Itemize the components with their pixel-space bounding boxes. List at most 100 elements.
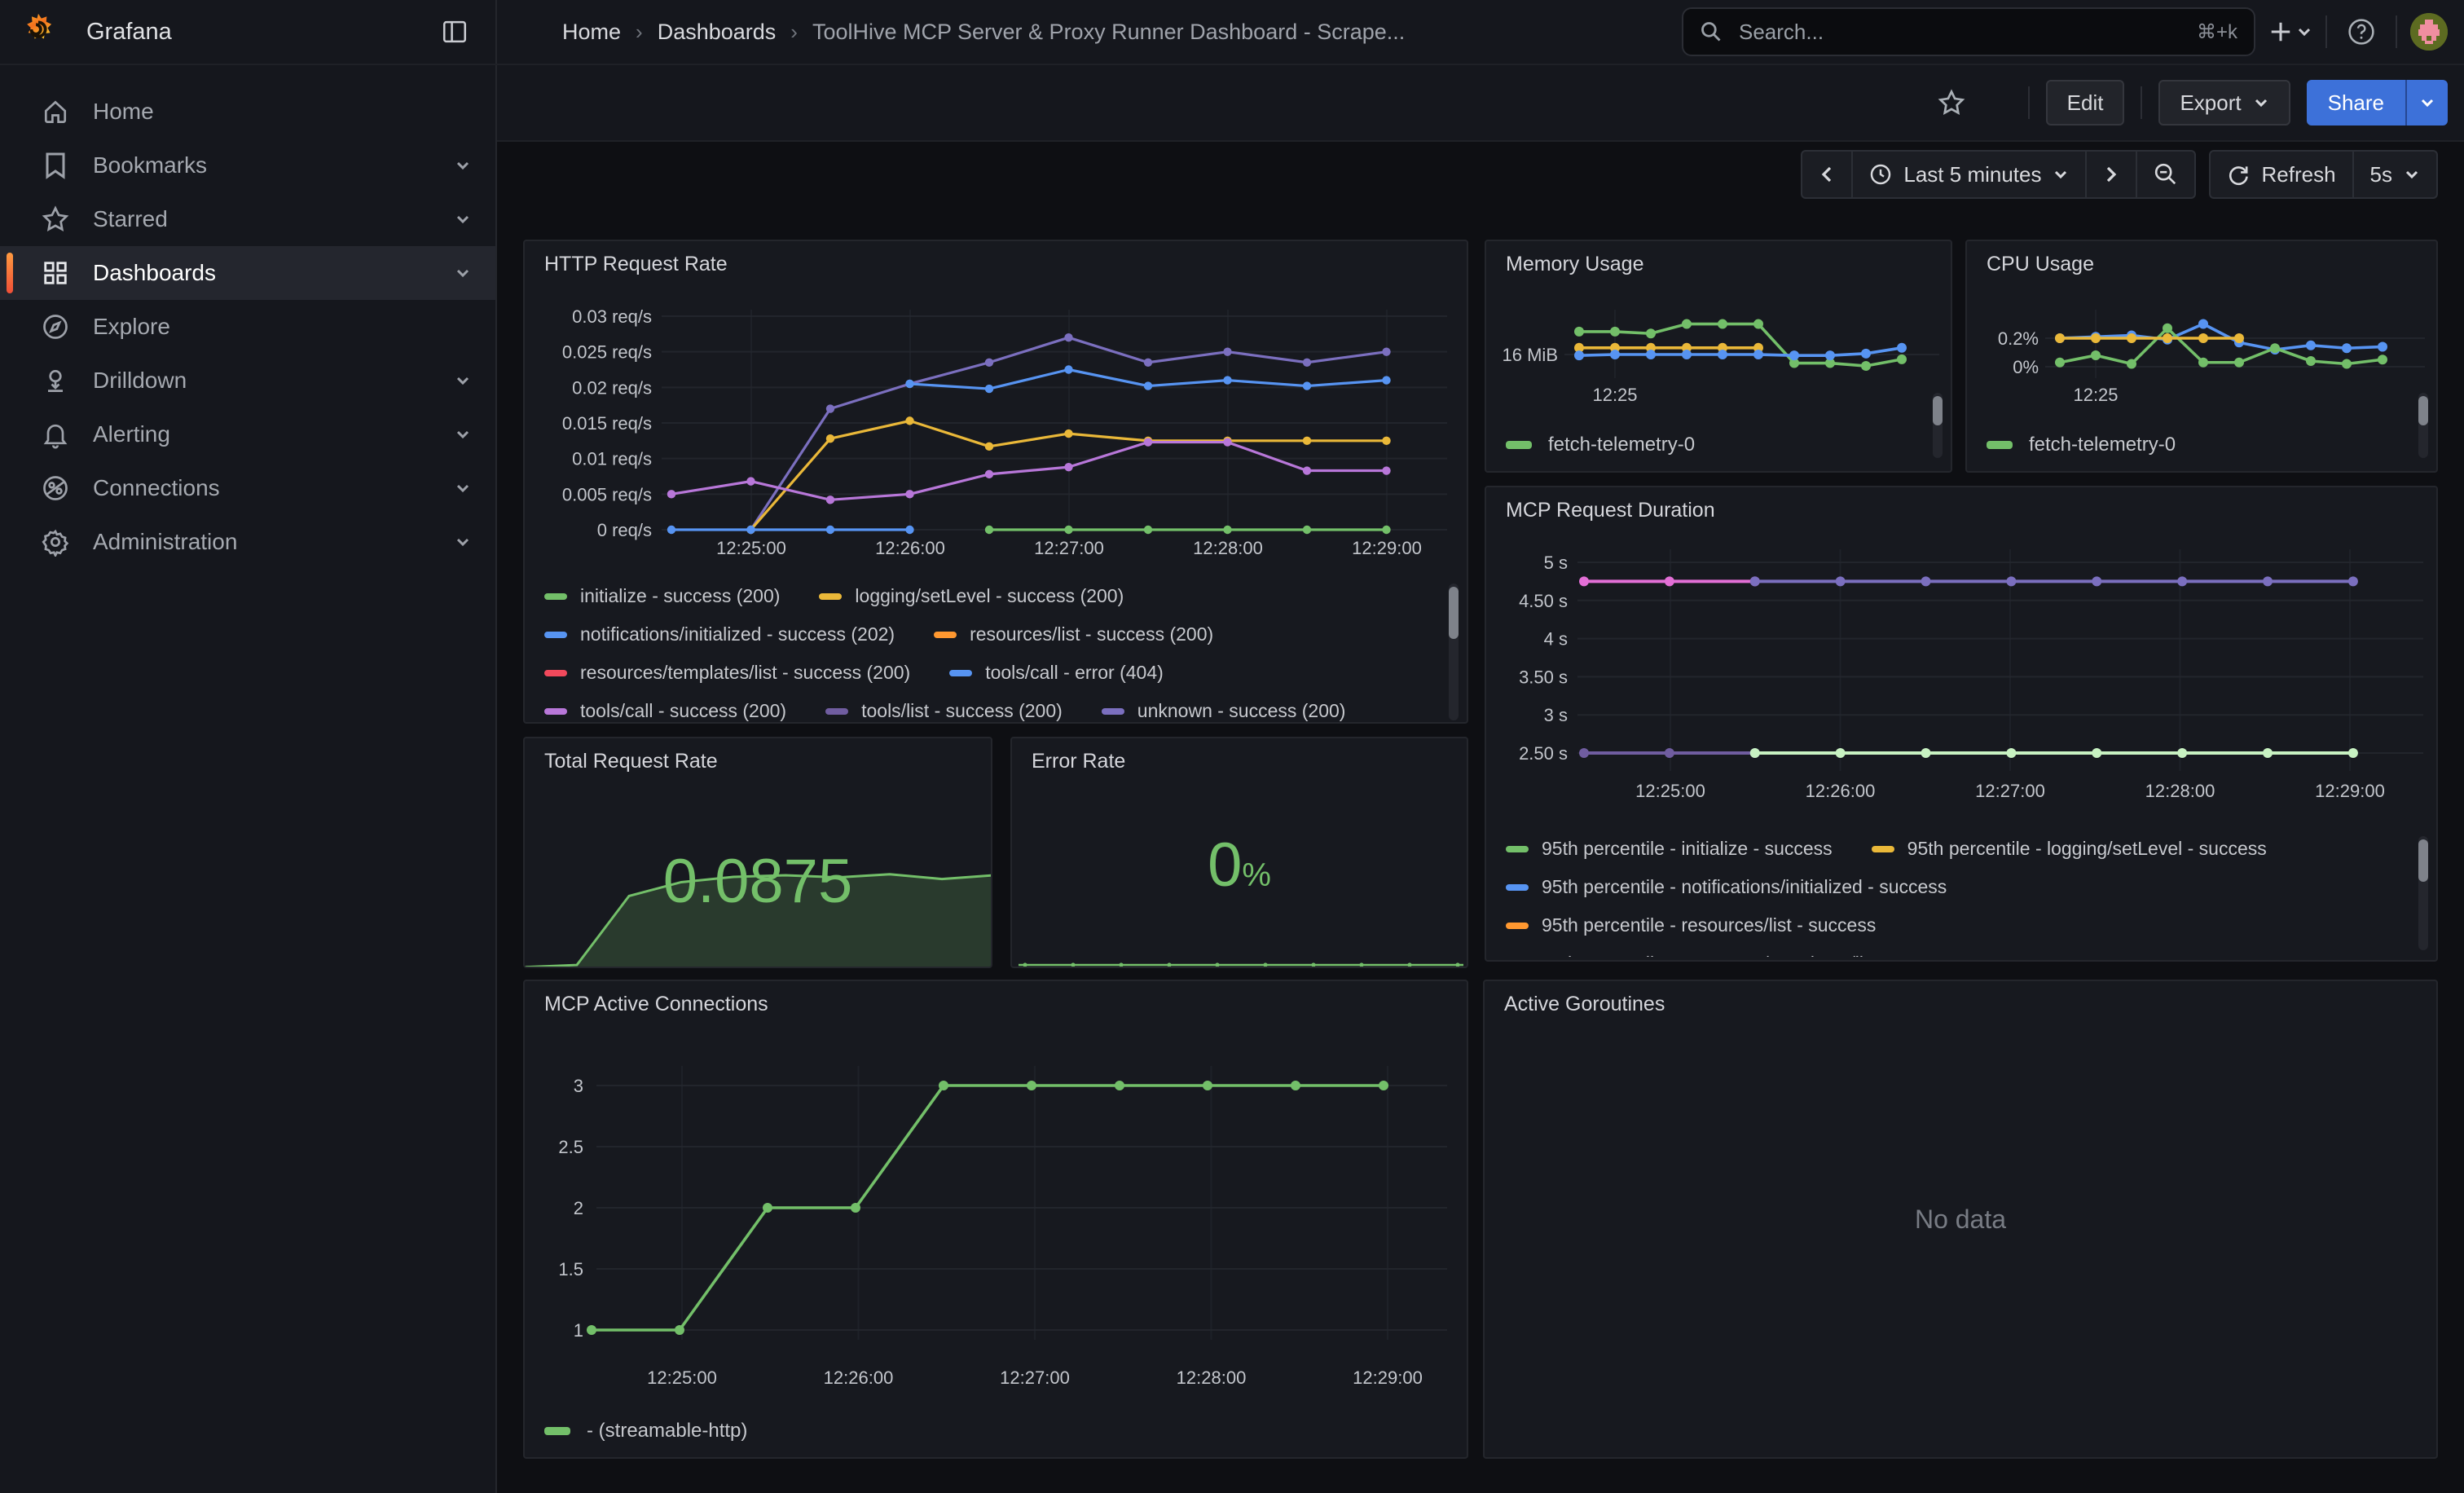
chevron-down-icon[interactable] — [453, 478, 473, 498]
legend-item[interactable]: tools/list - success (200) — [825, 700, 1063, 722]
sidebar-item-label: Bookmarks — [93, 152, 207, 178]
sidebar-toggle-icon[interactable] — [433, 11, 476, 53]
svg-text:12:27:00: 12:27:00 — [1034, 538, 1104, 558]
svg-text:1: 1 — [574, 1320, 583, 1341]
export-button[interactable]: Export — [2158, 80, 2290, 126]
chevron-down-icon — [2404, 166, 2420, 183]
favorite-star-button[interactable] — [1930, 80, 1973, 126]
zoom-out-button[interactable] — [2136, 150, 2196, 199]
chevron-down-icon[interactable] — [453, 371, 473, 390]
svg-text:12:29:00: 12:29:00 — [1353, 1367, 1423, 1388]
legend-item[interactable]: resources/list - success (200) — [934, 623, 1213, 645]
error-rate-unit: % — [1242, 857, 1271, 893]
breadcrumb-separator: › — [636, 20, 643, 45]
mcp-active-connections-chart[interactable]: 32.521.5112:25:0012:26:0012:27:0012:28:0… — [525, 1020, 1468, 1412]
panel-total-request-rate: Total Request Rate 0.0875 — [523, 737, 992, 968]
time-range-picker[interactable]: Last 5 minutes — [1851, 150, 2087, 199]
sidebar-item-dashboards[interactable]: Dashboards — [0, 246, 495, 300]
svg-text:12:26:00: 12:26:00 — [824, 1367, 894, 1388]
panel-title[interactable]: Memory Usage — [1486, 241, 1951, 276]
grafana-logo[interactable] — [20, 11, 57, 54]
legend-item[interactable]: tools/call - error (404) — [949, 662, 1164, 684]
legend-item[interactable]: logging/setLevel - success (200) — [819, 585, 1124, 607]
divider — [2325, 15, 2327, 48]
http-request-rate-chart[interactable]: 0 req/s0.005 req/s0.01 req/s0.015 req/s0… — [525, 287, 1468, 572]
svg-text:12:28:00: 12:28:00 — [2145, 781, 2215, 801]
mcp-active-connections-legend[interactable]: - (streamable-http) — [544, 1420, 747, 1442]
legend-item[interactable]: 95th percentile - logging/setLevel - suc… — [1872, 838, 2267, 860]
chevron-down-icon[interactable] — [453, 209, 473, 229]
sidebar-item-alerting[interactable]: Alerting — [0, 407, 495, 461]
svg-text:3 s: 3 s — [1544, 705, 1568, 725]
search-field[interactable] — [1736, 18, 2184, 46]
sidebar-item-connections[interactable]: Connections — [0, 461, 495, 515]
total-request-rate-value: 0.0875 — [525, 846, 991, 917]
legend-scrollbar[interactable] — [2418, 836, 2428, 950]
time-range-group: Last 5 minutes — [1801, 150, 2196, 199]
drilldown-icon — [41, 366, 70, 395]
sidebar-item-label: Starred — [93, 206, 168, 232]
svg-text:5 s: 5 s — [1544, 553, 1568, 573]
share-button[interactable]: Share — [2307, 80, 2405, 126]
panel-title[interactable]: MCP Active Connections — [525, 981, 1467, 1016]
svg-text:2.5: 2.5 — [558, 1137, 583, 1157]
chevron-right-icon — [2103, 165, 2119, 184]
refresh-interval-picker[interactable]: 5s — [2352, 150, 2438, 199]
grafana-app: Grafana Home › Dashboards › ToolHive MCP… — [0, 0, 2464, 1493]
breadcrumb: Home › Dashboards › ToolHive MCP Server … — [497, 20, 1682, 45]
sidebar-item-home[interactable]: Home — [0, 85, 495, 139]
refresh-icon — [2227, 163, 2250, 186]
chevron-down-icon[interactable] — [453, 425, 473, 444]
breadcrumb-current-dashboard: ToolHive MCP Server & Proxy Runner Dashb… — [812, 20, 1405, 45]
panel-title[interactable]: CPU Usage — [1967, 241, 2436, 276]
sidebar-item-explore[interactable]: Explore — [0, 300, 495, 354]
sidebar-item-administration[interactable]: Administration — [0, 515, 495, 569]
legend-item[interactable]: notifications/initialized - success (202… — [544, 623, 895, 645]
legend-item[interactable]: 95th percentile - initialize - success — [1506, 838, 1833, 860]
time-shift-back-button[interactable] — [1801, 150, 1853, 199]
legend-scrollbar[interactable] — [1449, 584, 1459, 720]
home-icon — [41, 97, 70, 126]
legend-item[interactable]: 95th percentile - resources/list - succe… — [1506, 914, 1876, 936]
legend-item[interactable]: tools/call - success (200) — [544, 700, 786, 722]
panel-cpu-usage: CPU Usage 0.2%0%12:25 fetch-telemetry-0 — [1965, 240, 2438, 473]
memory-usage-chart[interactable]: 16 MiB12:25 — [1486, 280, 1952, 414]
user-avatar[interactable] — [2410, 13, 2448, 51]
search-input[interactable]: ⌘+k — [1682, 7, 2255, 56]
svg-text:0.2%: 0.2% — [1998, 328, 2039, 349]
legend-item[interactable]: resources/templates/list - success (200) — [544, 662, 910, 684]
breadcrumb-dashboards[interactable]: Dashboards — [658, 20, 777, 45]
cpu-usage-chart[interactable]: 0.2%0%12:25 — [1967, 280, 2438, 414]
share-dropdown-button[interactable] — [2405, 80, 2448, 126]
chevron-down-icon[interactable] — [453, 263, 473, 283]
sidebar-item-drilldown[interactable]: Drilldown — [0, 354, 495, 407]
chevron-down-icon[interactable] — [453, 156, 473, 175]
legend-item[interactable]: initialize - success (200) — [544, 585, 780, 607]
time-range-label: Last 5 minutes — [1903, 162, 2041, 187]
sidebar-item-label: Drilldown — [93, 368, 187, 394]
add-button[interactable] — [2268, 9, 2312, 55]
help-button[interactable] — [2340, 9, 2383, 55]
legend-item[interactable]: 95th percentile - resources/templates/li… — [1506, 953, 1962, 957]
sidebar-item-bookmarks[interactable]: Bookmarks — [0, 139, 495, 192]
refresh-button[interactable]: Refresh — [2209, 150, 2353, 199]
memory-usage-legend[interactable]: fetch-telemetry-0 — [1506, 434, 1695, 456]
svg-text:2.50 s: 2.50 s — [1519, 743, 1568, 764]
legend-item[interactable]: unknown - success (200) — [1102, 700, 1346, 722]
svg-text:1.5: 1.5 — [558, 1259, 583, 1279]
mcp-request-duration-chart[interactable]: 5 s4.50 s4 s3.50 s3 s2.50 s12:25:0012:26… — [1486, 526, 2438, 820]
panel-http-request-rate: HTTP Request Rate 0 req/s0.005 req/s0.01… — [523, 240, 1468, 724]
refresh-interval-label: 5s — [2370, 162, 2392, 187]
time-shift-forward-button[interactable] — [2085, 150, 2137, 199]
sidebar-item-starred[interactable]: Starred — [0, 192, 495, 246]
legend-scrollbar[interactable] — [2418, 393, 2428, 458]
legend-item[interactable]: 95th percentile - notifications/initiali… — [1506, 876, 1947, 898]
legend-scrollbar[interactable] — [1933, 393, 1943, 458]
edit-button[interactable]: Edit — [2046, 80, 2125, 126]
panel-title[interactable]: MCP Request Duration — [1486, 487, 2436, 522]
cpu-usage-legend[interactable]: fetch-telemetry-0 — [1987, 434, 2176, 456]
panel-title[interactable]: HTTP Request Rate — [525, 241, 1467, 276]
chevron-down-icon[interactable] — [453, 532, 473, 552]
breadcrumb-home[interactable]: Home — [562, 20, 621, 45]
svg-text:0.02 req/s: 0.02 req/s — [572, 377, 652, 398]
